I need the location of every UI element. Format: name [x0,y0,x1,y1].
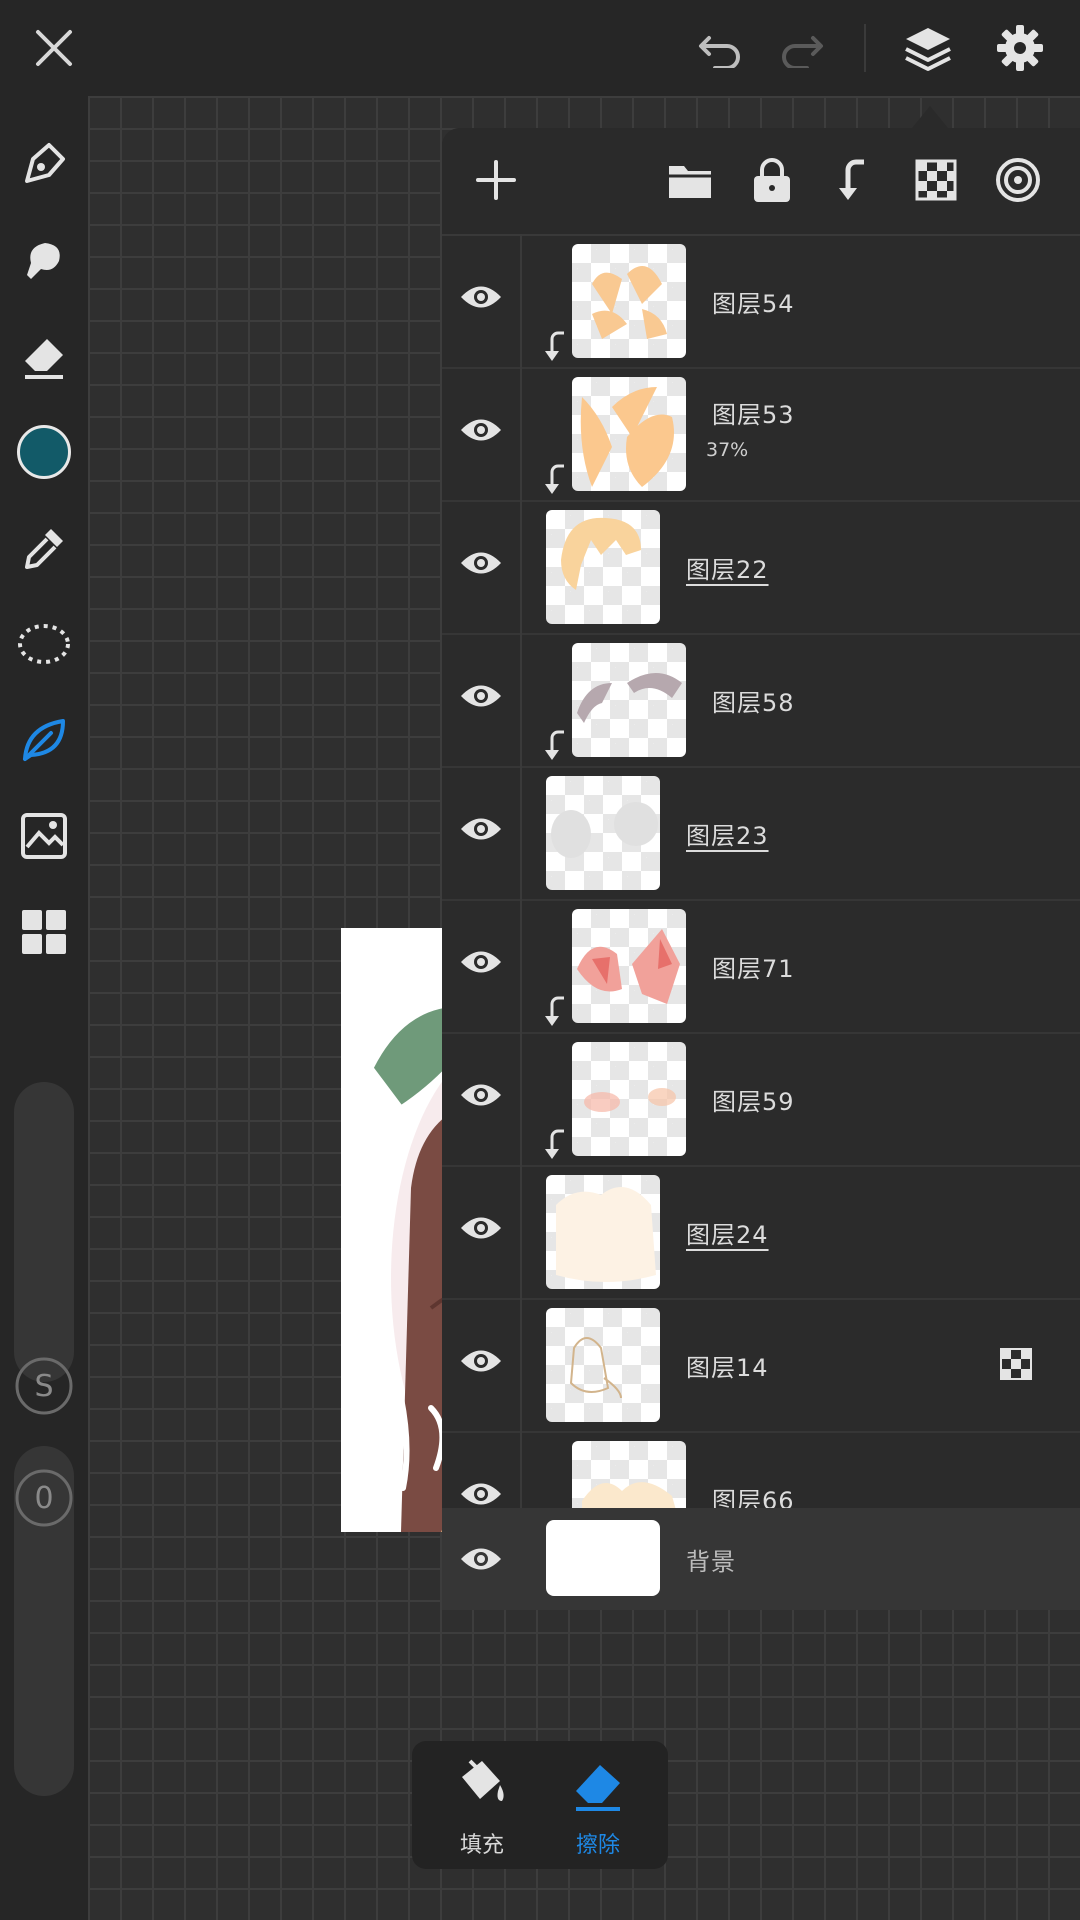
layer-tree-line [520,234,522,367]
layer-name: 图层14 [686,1354,769,1382]
layer-panel-toolbar [442,128,1080,236]
image-import-icon[interactable] [12,804,76,868]
background-thumbnail [546,1520,660,1596]
layers-icon[interactable] [898,18,958,78]
blend-icon[interactable] [988,150,1048,210]
layer-tree-line [520,500,522,633]
layer-tree-line [520,1165,522,1298]
layer-name: 图层54 [712,290,795,318]
smudge-icon[interactable] [12,228,76,292]
left-toolbar: S 0 [0,96,88,1920]
layer-panel: 图层54 图层53 37% 图层22 图层58 图层23 图层71 图层59 图… [442,128,1080,1610]
undo-icon[interactable] [690,18,750,78]
visibility-eye-icon[interactable] [458,1338,504,1384]
layer-name: 图层59 [712,1088,795,1116]
erase-label: 擦除 [575,1833,620,1858]
folder-icon[interactable] [660,150,720,210]
layer-name: 图层24 [686,1221,769,1249]
visibility-eye-icon[interactable] [458,1536,504,1582]
fill-label: 填充 [459,1833,504,1858]
layer-thumbnail [572,377,686,491]
layer-thumbnail [546,776,660,890]
layer-row[interactable]: 图层23 [442,766,1080,901]
layer-row[interactable]: 图层58 [442,633,1080,768]
eraser-mode-icon [576,1765,620,1811]
layer-thumbnail [572,643,686,757]
layer-tree-line [520,1298,522,1431]
eraser-icon[interactable] [12,324,76,388]
brush-size-knob[interactable]: S [14,1356,74,1416]
opacity-label: 0 [34,1480,54,1516]
panel-pointer [912,106,948,128]
layer-thumbnail [546,1308,660,1422]
lasso-icon[interactable] [12,612,76,676]
close-icon[interactable] [24,18,84,78]
brush-size-slider[interactable] [14,1082,74,1382]
layer-thumbnail [546,510,660,624]
layer-row[interactable]: 图层24 [442,1165,1080,1300]
background-layer-name: 背景 [686,1548,736,1576]
opacity-knob[interactable]: 0 [14,1468,74,1528]
layer-row[interactable]: 图层22 [442,500,1080,635]
background-layer-row[interactable]: 背景 [442,1508,1080,1610]
layer-name: 图层58 [712,689,795,717]
layer-thumbnail [572,244,686,358]
toolbar-divider [864,24,866,72]
erase-button[interactable]: 擦除 [548,1755,648,1859]
layer-row[interactable]: 图层54 [442,234,1080,369]
layer-opacity: 37% [706,439,749,461]
visibility-eye-icon[interactable] [458,274,504,320]
layer-row[interactable]: 图层14 [442,1298,1080,1433]
visibility-eye-icon[interactable] [458,939,504,985]
alpha-lock-indicator-icon [1000,1348,1032,1380]
clipping-arrow-icon [542,462,568,496]
layer-tree-line [520,367,522,500]
alpha-lock-icon[interactable] [906,150,966,210]
top-bar [0,0,1080,96]
layer-tree-line [520,1032,522,1165]
clipping-arrow-icon [542,1127,568,1161]
visibility-eye-icon[interactable] [458,1205,504,1251]
layer-name: 图层71 [712,955,795,983]
layer-tree-line [520,899,522,1032]
eyedropper-icon[interactable] [12,516,76,580]
layer-tree-line [520,766,522,899]
leaf-icon[interactable] [12,708,76,772]
color-swatch[interactable] [12,420,76,484]
brush-size-label: S [34,1368,54,1404]
fill-erase-bar: 填充 擦除 [412,1741,668,1869]
paint-bucket-icon [462,1759,504,1801]
clipping-arrow-icon [542,728,568,762]
clipping-arrow-icon [542,329,568,363]
fill-button[interactable]: 填充 [432,1755,532,1859]
pen-icon[interactable] [12,132,76,196]
layer-name: 图层22 [686,556,769,584]
layer-list[interactable]: 图层54 图层53 37% 图层22 图层58 图层23 图层71 图层59 图… [442,234,1080,1610]
settings-icon[interactable] [990,18,1050,78]
layer-tree-line [520,633,522,766]
visibility-eye-icon[interactable] [458,407,504,453]
lock-icon[interactable] [742,150,802,210]
redo-icon[interactable] [772,18,832,78]
layer-row[interactable]: 图层59 [442,1032,1080,1167]
visibility-eye-icon[interactable] [458,1072,504,1118]
visibility-eye-icon[interactable] [458,673,504,719]
layer-row[interactable]: 图层53 37% [442,367,1080,502]
layer-row[interactable]: 图层71 [442,899,1080,1034]
add-layer-icon[interactable] [466,150,526,210]
clipping-arrow-icon [542,994,568,1028]
layer-thumbnail [546,1175,660,1289]
visibility-eye-icon[interactable] [458,806,504,852]
visibility-eye-icon[interactable] [458,540,504,586]
clip-icon[interactable] [824,150,884,210]
layer-thumbnail [572,909,686,1023]
layer-thumbnail [572,1042,686,1156]
grid-icon[interactable] [12,900,76,964]
layer-name: 图层53 [712,401,795,429]
layer-name: 图层23 [686,822,769,850]
